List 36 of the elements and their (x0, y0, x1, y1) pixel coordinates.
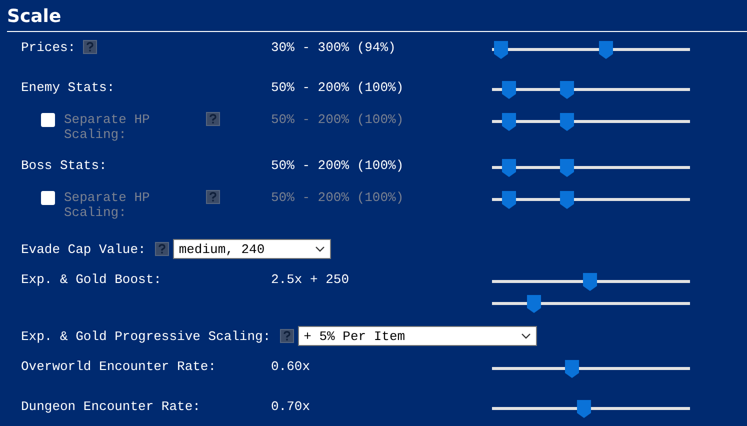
caret-icon (520, 333, 531, 339)
slider-thumb[interactable] (502, 159, 516, 177)
help-icon[interactable] (154, 242, 169, 256)
caret-icon (314, 246, 325, 252)
dropdown[interactable]: medium, 240 (172, 239, 331, 259)
slider-thumb[interactable] (494, 41, 508, 59)
dropdown[interactable]: + 5% Per Item (298, 326, 537, 346)
slider-thumb[interactable] (583, 273, 597, 291)
setting-label: Dungeon Encounter Rate: (21, 399, 200, 414)
setting-value: 50% - 200% (100%) (271, 190, 405, 205)
setting-label: Evade Cap Value: (21, 242, 146, 256)
setting-label: Prices: (21, 40, 76, 55)
setting-value: 30% - 300% (94%) (271, 40, 397, 55)
setting-label: Separate HP Scaling: (64, 190, 151, 220)
slider-thumb[interactable] (577, 400, 592, 418)
section-title: Scale (7, 6, 62, 28)
slider-thumb[interactable] (502, 81, 516, 99)
setting-label: Separate HP Scaling: (64, 112, 151, 142)
slider-thumb[interactable] (560, 159, 574, 177)
setting-label: Exp. & Gold Progressive Scaling: (21, 328, 271, 344)
help-icon[interactable] (82, 40, 97, 54)
setting-label: Boss Stats: (21, 158, 107, 173)
slider-thumb[interactable] (560, 81, 574, 99)
setting-value: 50% - 200% (100%) (271, 112, 405, 127)
slider-thumb[interactable] (599, 41, 614, 59)
setting-value: 50% - 200% (100%) (271, 158, 405, 173)
setting-value: 0.70x (271, 399, 312, 414)
setting-value: 0.60x (271, 359, 312, 374)
setting-label: Exp. & Gold Boost: (21, 272, 162, 287)
setting-value: 2.5x + 250 (271, 272, 350, 287)
slider-thumb[interactable] (564, 360, 579, 378)
setting-label: Overworld Encounter Rate: (21, 359, 216, 374)
help-icon[interactable] (280, 329, 294, 343)
setting-label: Enemy Stats: (21, 80, 115, 95)
setting-value: 50% - 200% (100%) (271, 80, 405, 95)
slider-thumb[interactable] (526, 295, 541, 313)
